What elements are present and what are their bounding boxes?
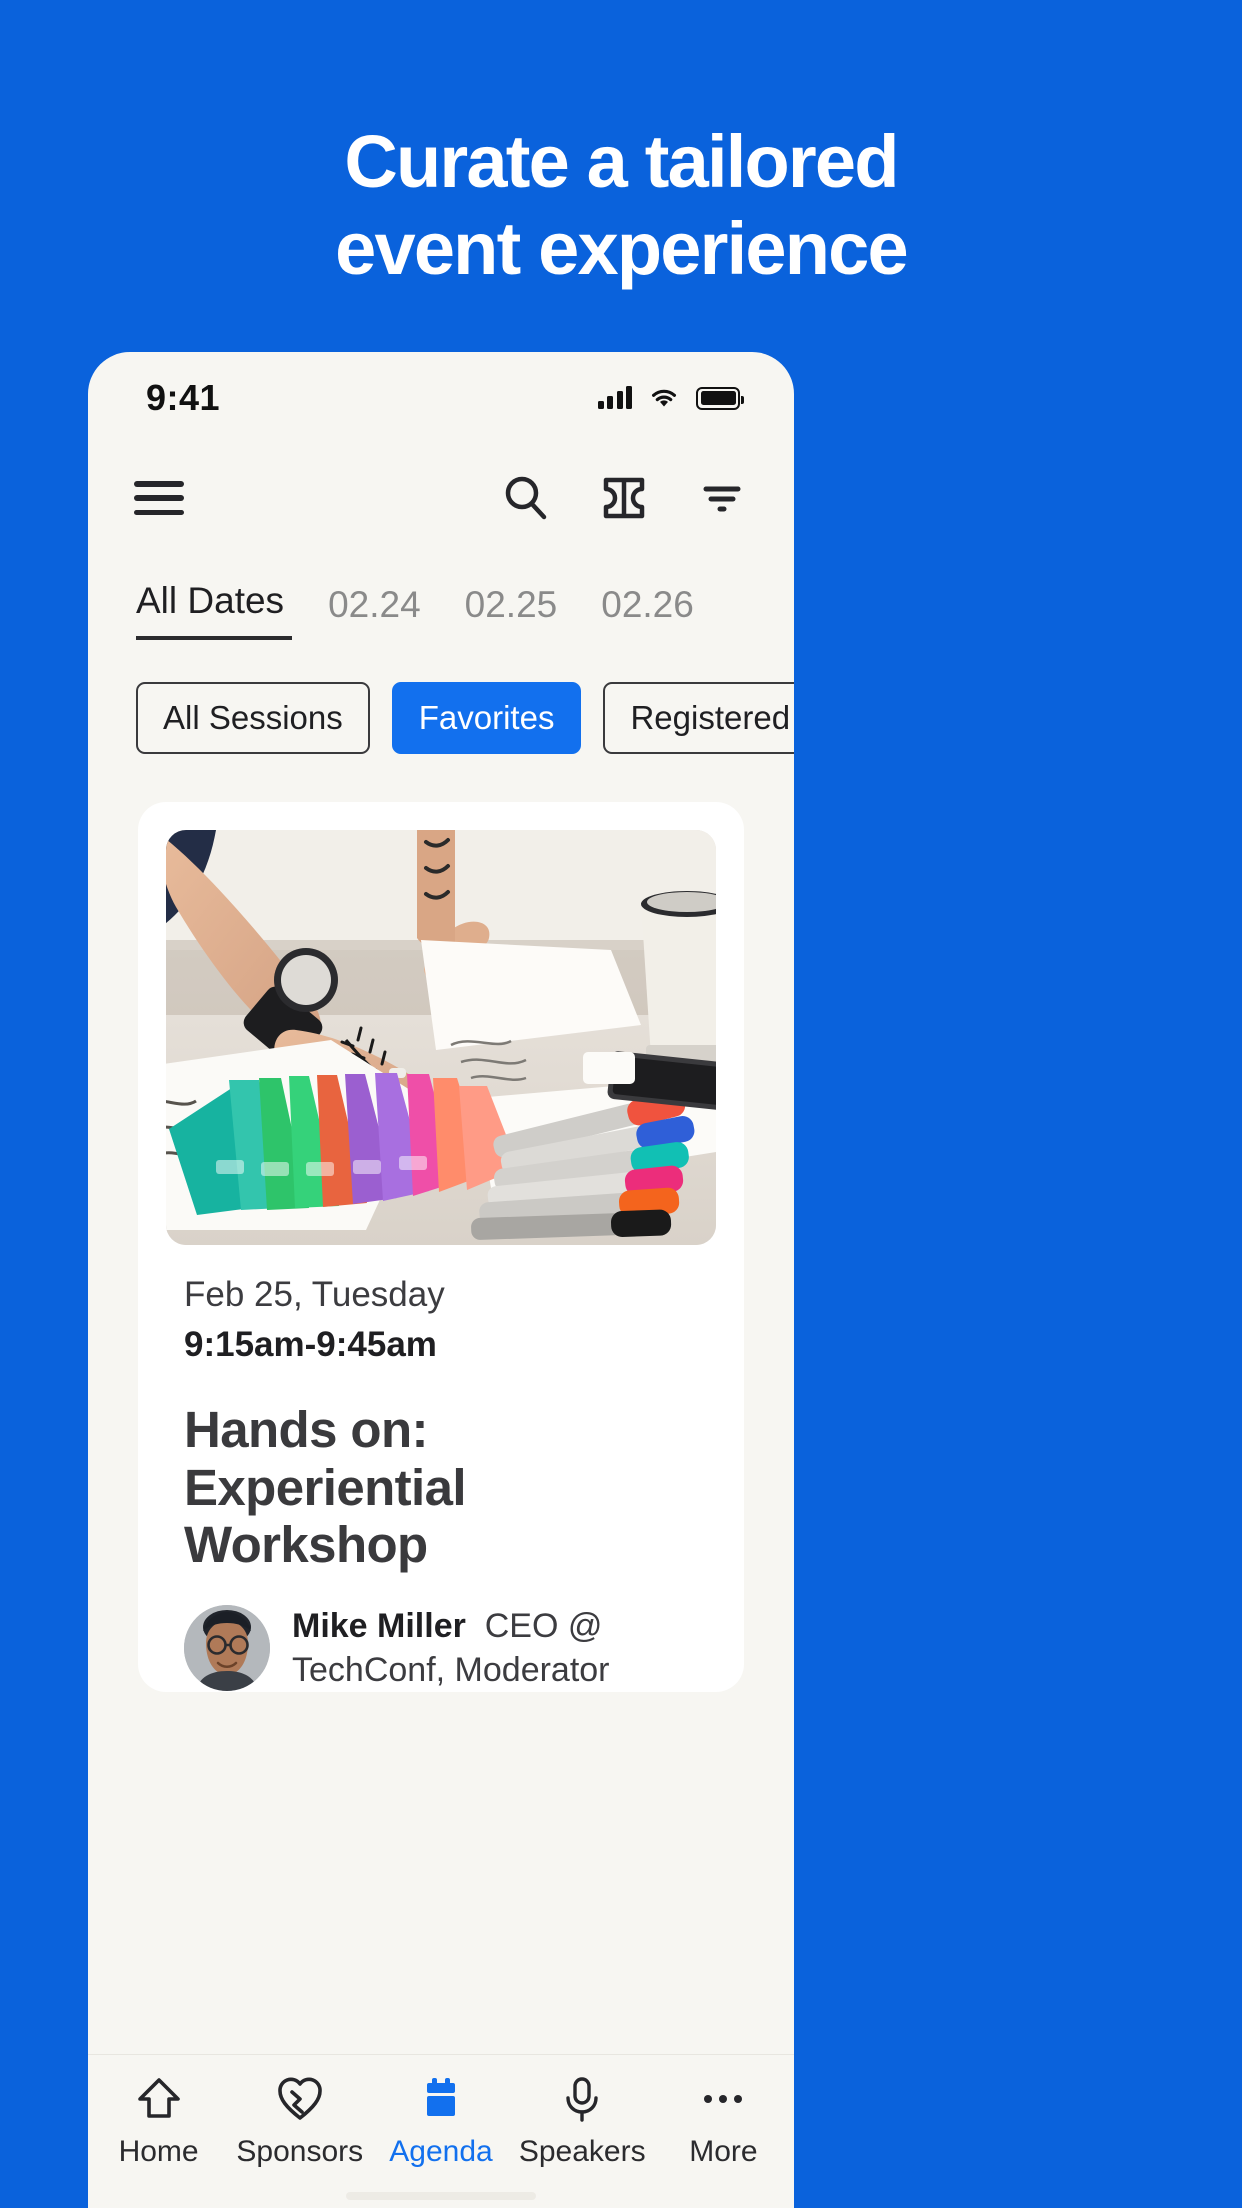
date-tab-0225[interactable]: 02.25 (465, 584, 588, 640)
session-title: Hands on: Experiential Workshop (184, 1401, 467, 1574)
nav-item-agenda[interactable]: Agenda (370, 2073, 511, 2169)
bottom-navigation: Home Sponsors Agenda Speakers More (88, 2054, 794, 2208)
nav-label-agenda: Agenda (389, 2135, 493, 2168)
home-icon (134, 2073, 184, 2125)
hamburger-menu-icon[interactable] (134, 481, 184, 515)
session-card-body: Feb 25, Tuesday 9:15am-9:45am Hands on: … (166, 1245, 716, 1692)
speaker-avatar (184, 1605, 270, 1692)
nav-label-sponsors: Sponsors (236, 2135, 364, 2168)
session-time: 9:15am-9:45am (184, 1325, 437, 1364)
sponsors-heart-icon (275, 2073, 325, 2125)
status-bar: 9:41 (88, 352, 794, 444)
date-tabs: All Dates 02.24 02.25 02.26 (88, 552, 794, 640)
nav-label-speakers: Speakers (518, 2135, 646, 2168)
search-icon[interactable] (500, 472, 552, 524)
date-tab-all-dates[interactable]: All Dates (136, 580, 293, 640)
chip-registered[interactable]: Registered (603, 682, 794, 754)
speaker-row[interactable]: Mike Miller CEO @ TechConf, Moderator (184, 1604, 698, 1692)
microphone-icon (557, 2073, 607, 2125)
nav-label-home: Home (118, 2135, 199, 2168)
home-indicator (346, 2192, 536, 2200)
nav-label-more: More (689, 2135, 758, 2168)
hero-line-1: Curate a tailored (344, 120, 899, 203)
hero-headline: Curate a tailored event experience (0, 118, 1242, 293)
filter-chips: All Sessions Favorites Registered (88, 640, 794, 754)
status-bar-icons (597, 386, 744, 410)
cellular-signal-icon (597, 386, 632, 409)
nav-item-home[interactable]: Home (88, 2073, 229, 2169)
chip-favorites[interactable]: Favorites (391, 682, 582, 754)
speaker-info: Mike Miller CEO @ TechConf, Moderator (292, 1604, 698, 1692)
chip-all-sessions[interactable]: All Sessions (136, 682, 370, 754)
ticket-icon[interactable] (598, 472, 650, 524)
session-card[interactable]: Feb 25, Tuesday 9:15am-9:45am Hands on: … (138, 802, 744, 1693)
speaker-name: Mike Miller (292, 1606, 466, 1645)
wifi-icon (649, 387, 679, 409)
more-dots-icon (698, 2073, 748, 2125)
session-date: Feb 25, Tuesday (184, 1275, 445, 1314)
session-photo (166, 830, 716, 1245)
speaker-title-overflow: Moderator (454, 1651, 610, 1690)
header-actions (500, 472, 748, 524)
nav-item-speakers[interactable]: Speakers (512, 2073, 653, 2169)
nav-item-more[interactable]: More (653, 2073, 794, 2169)
nav-item-sponsors[interactable]: Sponsors (229, 2073, 370, 2169)
date-tab-0226[interactable]: 02.26 (601, 584, 724, 640)
calendar-icon (416, 2073, 466, 2125)
hero-line-2: event experience (335, 207, 909, 291)
phone-mockup: 9:41 All Dates 02.24 02.25 02.26 All Ses… (88, 352, 794, 2208)
filter-icon[interactable] (696, 472, 748, 524)
status-bar-time: 9:41 (146, 377, 221, 418)
app-header (88, 444, 794, 552)
battery-full-icon (696, 386, 744, 410)
date-tab-0224[interactable]: 02.24 (328, 584, 451, 640)
